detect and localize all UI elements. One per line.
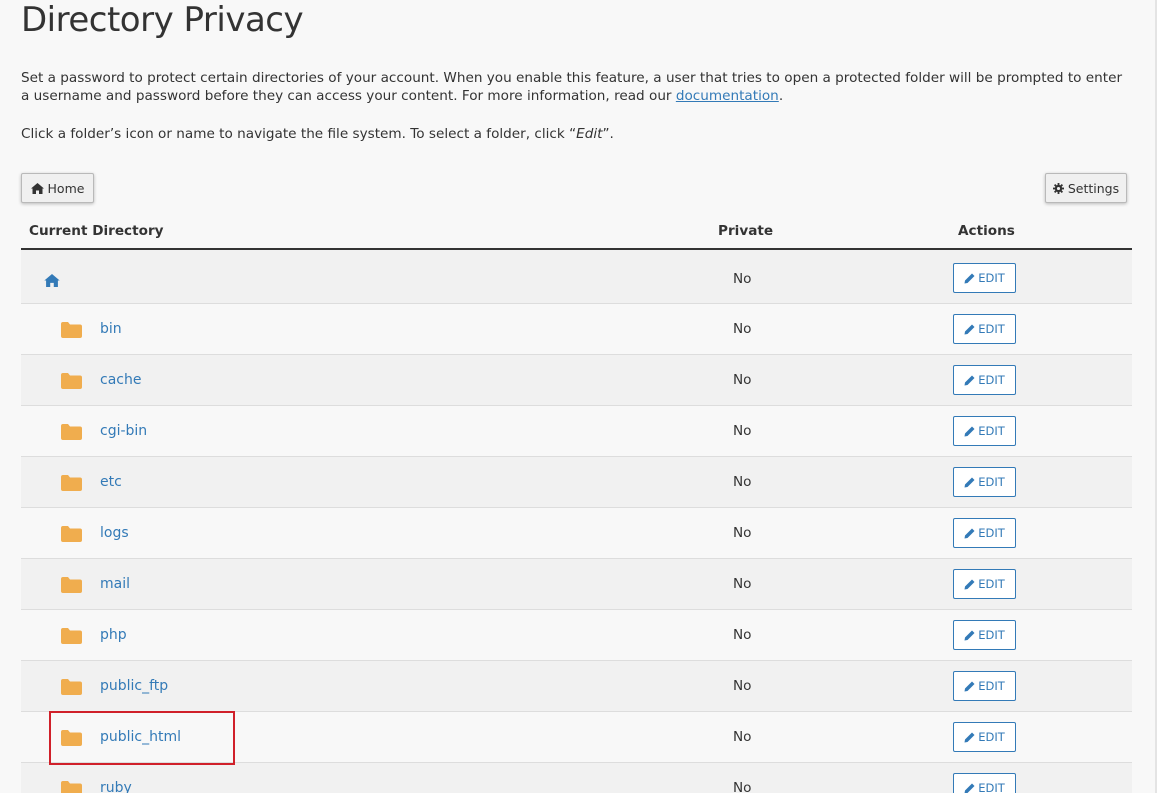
folder-icon[interactable] [61, 424, 82, 444]
edit-button[interactable]: EDIT [953, 620, 1016, 650]
private-status: No [733, 372, 752, 388]
edit-button[interactable]: EDIT [953, 365, 1016, 395]
navigation-hint: Click a folder’s icon or name to navigat… [21, 125, 614, 143]
table-row: bin No EDIT [21, 304, 1132, 355]
documentation-link[interactable]: documentation [676, 88, 779, 104]
edit-button[interactable]: EDIT [953, 314, 1016, 344]
table-row: public_ftp No EDIT [21, 661, 1132, 712]
table-row: php No EDIT [21, 610, 1132, 661]
pencil-icon [964, 783, 975, 793]
edit-button[interactable]: EDIT [953, 416, 1016, 446]
table-row: cgi-bin No EDIT [21, 406, 1132, 457]
home-button-label: Home [47, 180, 85, 196]
private-status: No [733, 780, 752, 793]
directory-privacy-page: Directory Privacy Set a password to prot… [0, 0, 1157, 793]
folder-icon[interactable] [61, 730, 82, 750]
hint-text-edit: Edit [576, 126, 603, 142]
private-status: No [733, 474, 752, 490]
folder-icon[interactable] [61, 526, 82, 546]
pencil-icon [964, 273, 975, 283]
directory-name-link[interactable]: cache [100, 371, 141, 389]
home-directory-icon[interactable] [44, 272, 60, 291]
edit-button-label: EDIT [978, 271, 1005, 285]
directory-rows: bin No EDIT cache No EDIT cgi-bin No EDIT etc No ED… [21, 304, 1132, 793]
intro-text-body: Set a password to protect certain direct… [21, 70, 1123, 104]
pencil-icon [964, 630, 975, 640]
edit-button[interactable]: EDIT [953, 722, 1016, 752]
hint-text-pre: Click a folder’s icon or name to navigat… [21, 126, 577, 142]
home-button[interactable]: Home [21, 173, 94, 203]
edit-button-label: EDIT [978, 679, 1005, 693]
home-icon [30, 182, 44, 194]
edit-button-label: EDIT [978, 526, 1005, 540]
settings-button[interactable]: Settings [1045, 173, 1127, 203]
edit-button-label: EDIT [978, 475, 1005, 489]
column-header-current-directory: Current Directory [29, 223, 164, 239]
private-status: No [733, 423, 752, 439]
column-header-private: Private [718, 223, 774, 239]
private-status: No [733, 729, 752, 745]
edit-button-label: EDIT [978, 781, 1005, 793]
directory-name-link[interactable]: bin [100, 320, 122, 338]
column-header-actions: Actions [958, 223, 1015, 239]
private-status: No [733, 271, 752, 287]
folder-icon[interactable] [61, 577, 82, 597]
private-status: No [733, 678, 752, 694]
edit-button[interactable]: EDIT [953, 518, 1016, 548]
table-row: public_html No EDIT [21, 712, 1132, 763]
table-header: Current Directory Private Actions [21, 218, 1132, 250]
gear-icon [1052, 182, 1064, 194]
edit-button-label: EDIT [978, 577, 1005, 591]
private-status: No [733, 627, 752, 643]
directory-name-link[interactable]: mail [100, 575, 130, 593]
edit-button-label: EDIT [978, 424, 1005, 438]
directory-name-link[interactable]: cgi-bin [100, 422, 147, 440]
settings-button-label: Settings [1067, 180, 1120, 196]
edit-button-label: EDIT [978, 730, 1005, 744]
folder-icon[interactable] [61, 322, 82, 342]
private-status: No [733, 576, 752, 592]
edit-button-label: EDIT [978, 322, 1005, 336]
pencil-icon [964, 528, 975, 538]
hint-text-post: ”. [602, 126, 614, 142]
pencil-icon [964, 426, 975, 436]
directory-name-link[interactable]: public_html [100, 728, 181, 746]
folder-icon[interactable] [61, 679, 82, 699]
directory-name-link[interactable]: etc [100, 473, 122, 491]
edit-button[interactable]: EDIT [953, 263, 1016, 293]
table-row-home: No EDIT [21, 250, 1132, 304]
folder-icon[interactable] [61, 373, 82, 393]
edit-button-label: EDIT [978, 628, 1005, 642]
table-row: logs No EDIT [21, 508, 1132, 559]
intro-text: Set a password to protect certain direct… [21, 69, 1131, 105]
table-row: mail No EDIT [21, 559, 1132, 610]
pencil-icon [964, 324, 975, 334]
table-row: etc No EDIT [21, 457, 1132, 508]
edit-button[interactable]: EDIT [953, 773, 1016, 793]
folder-icon[interactable] [61, 475, 82, 495]
table-row: ruby No EDIT [21, 763, 1132, 793]
pencil-icon [964, 375, 975, 385]
pencil-icon [964, 681, 975, 691]
edit-button-label: EDIT [978, 373, 1005, 387]
pencil-icon [964, 477, 975, 487]
folder-icon[interactable] [61, 781, 82, 793]
directory-name-link[interactable]: ruby [100, 779, 132, 793]
table-row: cache No EDIT [21, 355, 1132, 406]
private-status: No [733, 321, 752, 337]
pencil-icon [964, 732, 975, 742]
private-status: No [733, 525, 752, 541]
directory-name-link[interactable]: php [100, 626, 127, 644]
directory-table: Current Directory Private Actions No EDI… [21, 218, 1132, 793]
folder-icon[interactable] [61, 628, 82, 648]
edit-button[interactable]: EDIT [953, 569, 1016, 599]
edit-button[interactable]: EDIT [953, 467, 1016, 497]
edit-button[interactable]: EDIT [953, 671, 1016, 701]
directory-name-link[interactable]: logs [100, 524, 129, 542]
directory-name-link[interactable]: public_ftp [100, 677, 168, 695]
page-title: Directory Privacy [21, 0, 304, 40]
pencil-icon [964, 579, 975, 589]
intro-text-end: . [778, 88, 784, 104]
